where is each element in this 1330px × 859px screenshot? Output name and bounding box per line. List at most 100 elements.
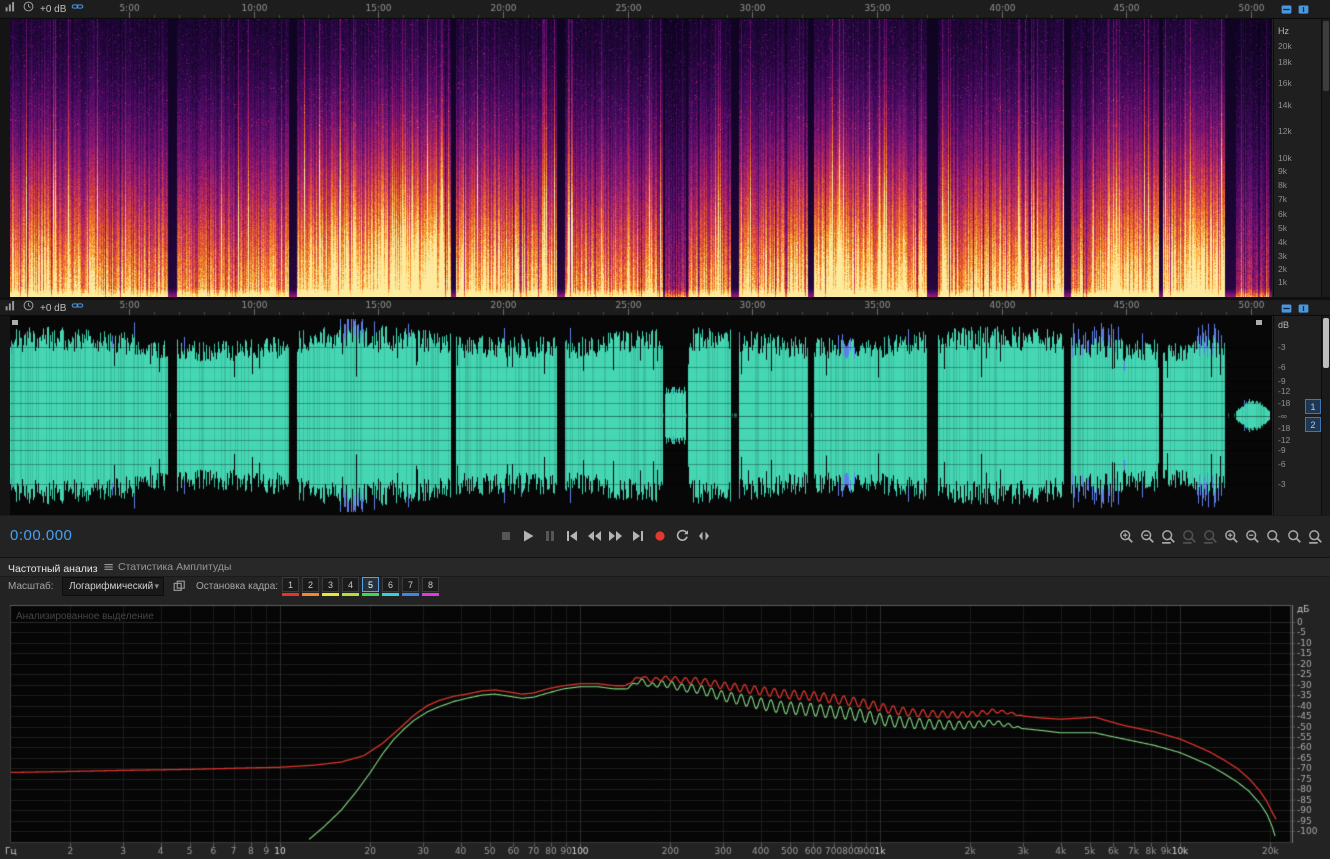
amplitude-scale-label: -6: [1278, 459, 1286, 469]
levels-icon[interactable]: [4, 0, 17, 18]
zoom-selection-out-point-button[interactable]: [1202, 528, 1219, 544]
zoom-full-button[interactable]: [1265, 528, 1282, 544]
zoom-out-amplitude-button[interactable]: [1244, 528, 1261, 544]
hold-color-swatch: [342, 593, 359, 596]
scale-dropdown-value: Логарифмический: [69, 581, 154, 592]
move-previous-button[interactable]: [563, 528, 580, 544]
spectrogram-timeline-ruler[interactable]: [0, 0, 1330, 19]
frequency-scale-unit: Hz: [1278, 26, 1289, 36]
loop-playback-button[interactable]: [673, 528, 690, 544]
amplitude-scale-label: -6: [1278, 362, 1286, 372]
rewind-button[interactable]: [585, 528, 602, 544]
link-icon[interactable]: [71, 0, 84, 18]
frame-hold-button-1[interactable]: 1: [282, 577, 299, 596]
tab-label: Статистика Амплитуды: [118, 561, 232, 573]
frame-hold-button-4[interactable]: 4: [342, 577, 359, 596]
zoom-out-time-button[interactable]: [1139, 528, 1156, 544]
spectrogram-left-gutter: [0, 19, 10, 297]
clock-icon[interactable]: [22, 299, 35, 317]
selection-grip-left[interactable]: [12, 320, 18, 325]
zoom-toolbar: [1118, 528, 1324, 544]
hold-color-swatch: [422, 593, 439, 596]
hold-button-label: 4: [342, 577, 359, 592]
hold-button-label: 5: [362, 577, 379, 592]
frequency-scale-label: 6k: [1278, 209, 1287, 219]
hold-button-label: 1: [282, 577, 299, 592]
channel-2-button[interactable]: 2: [1305, 417, 1321, 432]
hold-color-swatch: [382, 593, 399, 596]
record-button[interactable]: [651, 528, 668, 544]
amplitude-scale-label: -9: [1278, 376, 1286, 386]
scrollbar-thumb[interactable]: [1323, 318, 1329, 368]
amplitude-scale-label: -∞: [1278, 411, 1287, 421]
stop-button[interactable]: [497, 528, 514, 544]
link-icon[interactable]: [71, 299, 84, 317]
frequency-scale-label: 8k: [1278, 180, 1287, 190]
hold-color-swatch: [282, 593, 299, 596]
play-button[interactable]: [519, 528, 536, 544]
hold-button-label: 2: [302, 577, 319, 592]
waveform-left-gutter: [0, 316, 10, 515]
frame-hold-button-6[interactable]: 6: [382, 577, 399, 596]
time-display[interactable]: 0:00.000: [10, 527, 72, 544]
move-next-button[interactable]: [629, 528, 646, 544]
panel-menu-icon[interactable]: [103, 561, 115, 576]
channel-1-button[interactable]: 1: [1305, 399, 1321, 414]
hold-button-label: 8: [422, 577, 439, 592]
hold-button-label: 6: [382, 577, 399, 592]
frequency-scale-label: 3k: [1278, 251, 1287, 261]
frequency-scale-label: 2k: [1278, 264, 1287, 274]
frame-hold-button-8[interactable]: 8: [422, 577, 439, 596]
spectrogram-display[interactable]: [10, 19, 1272, 297]
frequency-analysis-chart[interactable]: [0, 600, 1330, 859]
tab-frequency-analysis[interactable]: Частотный анализ: [8, 561, 115, 576]
frequency-scale-label: 18k: [1278, 57, 1292, 67]
hold-color-swatch: [362, 593, 379, 596]
zoom-in-amplitude-button[interactable]: [1223, 528, 1240, 544]
amplitude-scale-label: -3: [1278, 342, 1286, 352]
amplitude-scale-label: -9: [1278, 445, 1286, 455]
tab-label: Частотный анализ: [8, 562, 98, 575]
frame-hold-button-3[interactable]: 3: [322, 577, 339, 596]
scale-label: Масштаб:: [8, 581, 54, 592]
amplitude-scale-label: -3: [1278, 479, 1286, 489]
frequency-scale-label: 12k: [1278, 126, 1292, 136]
scrollbar-thumb[interactable]: [1323, 21, 1329, 91]
waveform-display[interactable]: [10, 316, 1272, 515]
zoom-in-time-button[interactable]: [1118, 528, 1135, 544]
hold-color-swatch: [322, 593, 339, 596]
spectrogram-ruler-controls: +0 dB: [4, 0, 84, 18]
frequency-scale-label: 14k: [1278, 100, 1292, 110]
gain-adjust-value[interactable]: +0 dB: [40, 4, 66, 15]
fast-forward-button[interactable]: [607, 528, 624, 544]
gain-adjust-value[interactable]: +0 dB: [40, 303, 66, 314]
waveform-timeline-ruler[interactable]: [0, 300, 1330, 316]
frame-hold-button-5[interactable]: 5: [362, 577, 379, 596]
frequency-scale-label: 20k: [1278, 41, 1292, 51]
zoom-to-selection-button[interactable]: [1160, 528, 1177, 544]
copy-graph-icon[interactable]: [172, 579, 186, 598]
waveform-ruler-controls: +0 dB: [4, 299, 84, 317]
selection-grip-right[interactable]: [1256, 320, 1262, 325]
zoom-selection-in-point-button[interactable]: [1181, 528, 1198, 544]
spectrogram-vertical-scrollbar[interactable]: [1321, 19, 1330, 297]
amplitude-scale-label: -18: [1278, 398, 1291, 408]
scale-dropdown[interactable]: Логарифмический ▾: [62, 577, 164, 596]
frequency-scale-label: 9k: [1278, 166, 1287, 176]
amplitude-scale[interactable]: dB -3 -6 -9 -12 -18 -∞ -18 -12 -9 -6 -3: [1273, 316, 1322, 515]
frequency-scale-label: 4k: [1278, 237, 1287, 247]
levels-icon[interactable]: [4, 299, 17, 317]
clock-icon[interactable]: [22, 0, 35, 18]
skip-selection-button[interactable]: [695, 528, 712, 544]
frame-hold-button-2[interactable]: 2: [302, 577, 319, 596]
waveform-vertical-scrollbar[interactable]: [1321, 316, 1330, 515]
hold-button-label: 3: [322, 577, 339, 592]
frequency-scale-label: 16k: [1278, 78, 1292, 88]
reset-vertical-zoom-button[interactable]: [1286, 528, 1303, 544]
frequency-scale[interactable]: Hz 20k 18k 16k 14k 12k 10k 9k 8k 7k 6k 5k 4k 3k 2k 1k: [1273, 19, 1322, 297]
pause-button[interactable]: [541, 528, 558, 544]
reset-all-zoom-button[interactable]: [1307, 528, 1324, 544]
frame-hold-button-7[interactable]: 7: [402, 577, 419, 596]
tab-amplitude-statistics[interactable]: Статистика Амплитуды: [118, 561, 231, 573]
frequency-scale-label: 1k: [1278, 277, 1287, 287]
